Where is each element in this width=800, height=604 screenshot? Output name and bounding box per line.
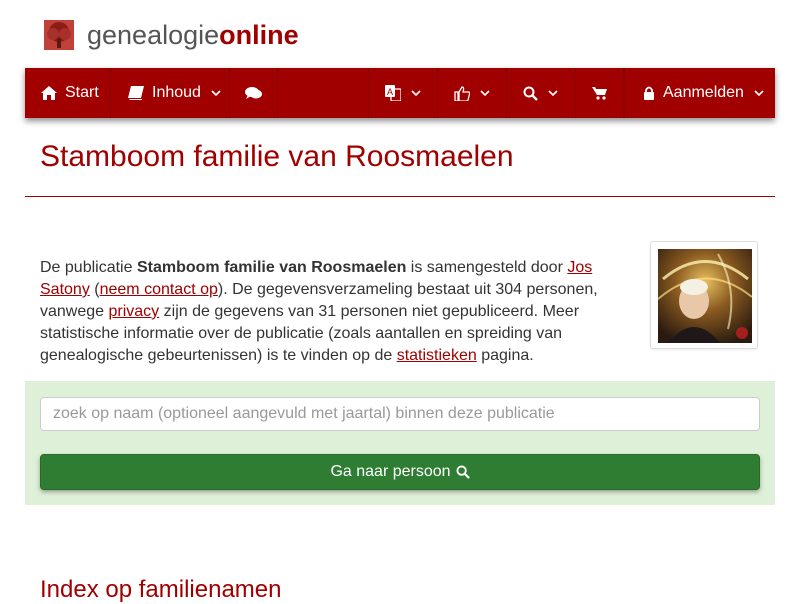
nav-login[interactable]: Aanmelden [624,68,775,118]
brand-name-part1: genealogie [87,19,220,50]
tree-logo-icon[interactable] [44,20,74,50]
nav-login-label: Aanmelden [663,84,744,101]
shopping-cart-icon [592,87,607,100]
search-icon [523,86,538,101]
statistics-link[interactable]: statistieken [397,347,477,364]
brand-name[interactable]: genealogieonline [87,20,299,51]
person-search-panel: Ga naar persoon [25,381,775,505]
svg-text:A: A [387,87,393,97]
chevron-down-icon [211,89,221,96]
privacy-link[interactable]: privacy [109,303,160,320]
page-title: Stamboom familie van Roosmaelen [40,140,514,173]
nav-start[interactable]: Start [25,68,111,118]
chevron-down-icon [754,89,764,96]
chevron-down-icon [548,89,558,96]
contact-link[interactable]: neem contact op [100,281,218,298]
author-photo-image [658,249,752,343]
intro-text: is samengesteld door [406,259,568,276]
translate-icon: A [385,85,401,101]
publication-name: Stamboom familie van Roosmaelen [136,259,407,276]
nav-forum[interactable] [230,68,278,118]
nav-start-label: Start [65,84,99,101]
lock-icon [644,86,654,100]
comments-icon [245,87,262,99]
book-icon [128,86,144,100]
person-search-input[interactable] [40,397,760,431]
chevron-down-icon [480,89,490,96]
intro-text: ( [89,281,100,298]
brand-name-part2: online [219,19,299,50]
intro-text: De publicatie [40,259,137,276]
intro-text: pagina. [476,347,534,364]
nav-search[interactable] [507,68,576,118]
main-navbar: Start Inhoud A Aanmelden [25,68,775,118]
search-icon [455,465,470,479]
title-divider [25,196,775,197]
nav-cart[interactable] [576,68,624,118]
author-photo[interactable] [650,241,758,349]
go-to-person-label: Ga naar persoon [330,463,451,480]
site-header: genealogieonline [44,18,299,52]
publication-intro: De publicatie Stamboom familie van Roosm… [40,257,610,367]
go-to-person-button[interactable]: Ga naar persoon [40,454,760,490]
nav-inhoud[interactable]: Inhoud [111,68,230,118]
home-icon [41,86,57,100]
nav-spacer [278,68,369,118]
nav-share[interactable] [438,68,507,118]
nav-inhoud-label: Inhoud [152,84,201,101]
nav-language[interactable]: A [369,68,438,118]
chevron-down-icon [411,89,421,96]
thumbs-up-icon [454,85,470,101]
